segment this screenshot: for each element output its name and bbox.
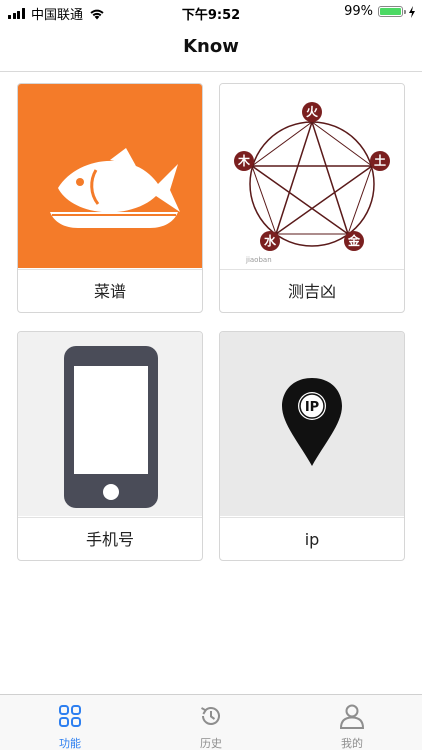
tab-label-features: 功能 [59, 737, 81, 750]
element-metal: 金 [347, 233, 361, 248]
battery-level [380, 8, 401, 15]
element-fire: 火 [306, 105, 319, 119]
status-right: 99% [344, 4, 416, 19]
page-title: Know [183, 36, 239, 57]
charging-bolt-icon [409, 5, 415, 18]
card-recipes[interactable]: 菜谱 [17, 83, 203, 313]
battery-percent: 99% [344, 4, 373, 19]
tab-history[interactable]: 历史 [141, 695, 281, 751]
status-bar: 中国联通 下午9:52 99% [0, 0, 422, 26]
profile-icon [339, 704, 365, 729]
phone-icon [18, 332, 202, 516]
card-fortune[interactable]: 火 土 金 水 木 jiaoban 测吉凶 [219, 83, 405, 313]
ip-pin-text: IP [305, 400, 319, 415]
grid-icon [59, 705, 81, 727]
nav-bar: Know [0, 26, 422, 72]
card-label-ip: ip [220, 517, 404, 560]
card-label-phone: 手机号 [18, 517, 202, 560]
fish-icon [18, 84, 202, 268]
image-watermark: jiaoban [245, 256, 272, 264]
ip-pin-icon: IP [220, 332, 404, 516]
tab-label-history: 历史 [200, 737, 222, 750]
element-water: 水 [264, 233, 277, 248]
five-elements-icon: 火 土 金 水 木 jiaoban [220, 84, 404, 268]
card-label-fortune: 测吉凶 [220, 269, 404, 312]
history-icon [201, 707, 220, 725]
tab-features[interactable]: 功能 [0, 695, 140, 751]
card-label-recipes: 菜谱 [18, 269, 202, 312]
card-ip[interactable]: IP ip [219, 331, 405, 561]
card-phone[interactable]: 手机号 [17, 331, 203, 561]
tab-label-profile: 我的 [341, 737, 363, 750]
element-earth: 土 [374, 153, 386, 168]
tab-profile[interactable]: 我的 [282, 695, 422, 751]
tab-bar: 功能 历史 我的 [0, 694, 422, 750]
element-wood: 木 [237, 153, 251, 168]
battery-icon [378, 6, 406, 17]
